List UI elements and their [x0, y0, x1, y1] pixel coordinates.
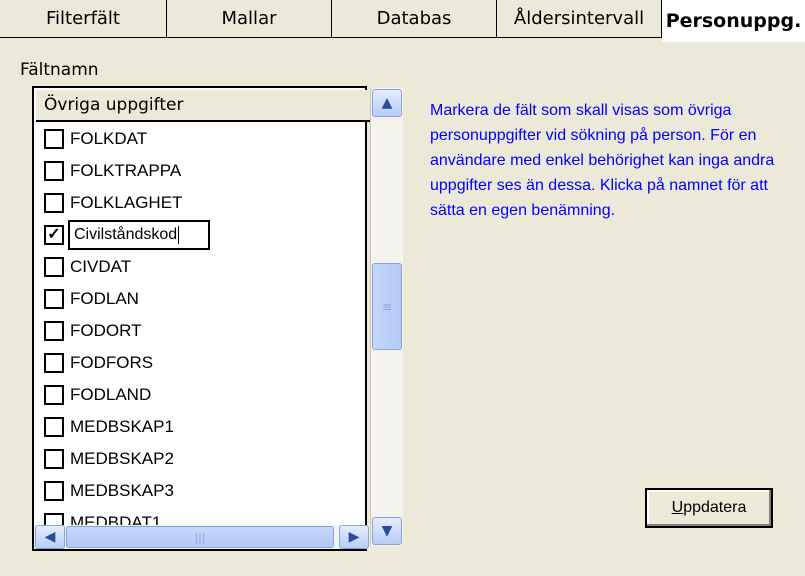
tab-databas[interactable]: Databas — [332, 0, 497, 38]
grip-icon: ≡ — [381, 299, 393, 314]
list-item-label: FODORT — [70, 321, 142, 340]
list-item[interactable]: MEDBSKAP1 — [44, 414, 174, 440]
item-checkbox[interactable] — [44, 481, 64, 501]
field-listbox[interactable]: Övriga uppgifter FOLKDAT FOLKTRAPPA FOLKLA… — [32, 86, 376, 551]
scroll-down-button[interactable]: ▼ — [372, 517, 402, 545]
item-checkbox[interactable]: ✓ — [44, 225, 64, 245]
tab-mallar[interactable]: Mallar — [167, 0, 332, 38]
item-checkbox[interactable] — [44, 321, 64, 341]
scroll-left-button[interactable]: ◀ — [35, 525, 65, 549]
tab-aldersintervall[interactable]: Åldersintervall — [497, 0, 662, 38]
list-item[interactable]: FODORT — [44, 318, 141, 344]
list-item[interactable]: ✓ Civilståndskod — [44, 220, 210, 250]
chevron-down-icon: ▼ — [381, 523, 393, 539]
info-text: Markera de fält som skall visas som övri… — [430, 102, 775, 219]
list-item-label: FODFORS — [70, 353, 154, 372]
list-item-label: MEDBSKAP1 — [70, 417, 174, 436]
uppdatera-label: Uppdatera — [671, 499, 747, 516]
list-item-label: FODLAND — [70, 385, 152, 404]
list-item[interactable]: FODFORS — [44, 350, 153, 376]
scroll-thumb-vertical[interactable]: ≡ — [372, 263, 402, 350]
grip-icon: ||| — [194, 530, 206, 544]
list-item-label: FODLAN — [70, 289, 139, 308]
item-checkbox[interactable] — [44, 193, 64, 213]
group-label-faltnamn: Fältnamn — [20, 60, 99, 80]
item-checkbox[interactable] — [44, 129, 64, 149]
list-item[interactable]: CIVDAT — [44, 254, 131, 280]
list-item[interactable]: MEDBSKAP3 — [44, 478, 174, 504]
chevron-up-icon: ▲ — [381, 95, 393, 111]
rename-field-value: Civilståndskod — [74, 226, 178, 243]
vertical-scrollbar[interactable]: ▲ ≡ ▼ — [370, 88, 403, 546]
accesskey-u: U — [671, 499, 684, 516]
list-item[interactable]: FOLKLAGHET — [44, 190, 182, 216]
item-checkbox[interactable] — [44, 161, 64, 181]
rename-field-input[interactable]: Civilståndskod — [68, 220, 210, 250]
item-checkbox[interactable] — [44, 449, 64, 469]
item-checkbox[interactable] — [44, 257, 64, 277]
chevron-right-icon: ▶ — [348, 529, 360, 545]
tab-filterfalt[interactable]: Filterfält — [0, 0, 167, 38]
horizontal-scrollbar[interactable]: ◀ ||| ▶ — [34, 525, 370, 549]
item-checkbox[interactable] — [44, 289, 64, 309]
list-item[interactable]: FOLKDAT — [44, 126, 147, 152]
list-item-label: FOLKTRAPPA — [70, 161, 182, 180]
list-item[interactable]: FOLKTRAPPA — [44, 158, 181, 184]
tab-personuppg[interactable]: Personuppg. — [662, 0, 805, 42]
list-item-label: MEDBSKAP2 — [70, 449, 174, 468]
scroll-right-button[interactable]: ▶ — [339, 525, 369, 549]
item-checkbox[interactable] — [44, 385, 64, 405]
list-item[interactable]: FODLAN — [44, 286, 139, 312]
list-item-label: FOLKLAGHET — [70, 193, 183, 212]
chevron-left-icon: ◀ — [44, 529, 56, 545]
list-column-header[interactable]: Övriga uppgifter — [36, 90, 376, 122]
list-item-label: FOLKDAT — [70, 129, 148, 148]
list-item[interactable]: FODLAND — [44, 382, 151, 408]
scroll-up-button[interactable]: ▲ — [372, 89, 402, 117]
list-item-label: CIVDAT — [70, 257, 132, 276]
list-item-label: MEDBSKAP3 — [70, 481, 174, 500]
scroll-thumb-horizontal[interactable]: ||| — [66, 526, 334, 548]
item-checkbox[interactable] — [44, 417, 64, 437]
item-checkbox[interactable] — [44, 353, 64, 373]
text-caret — [178, 226, 180, 244]
uppdatera-button[interactable]: Uppdatera — [645, 488, 773, 528]
list-item[interactable]: MEDBSKAP2 — [44, 446, 174, 472]
